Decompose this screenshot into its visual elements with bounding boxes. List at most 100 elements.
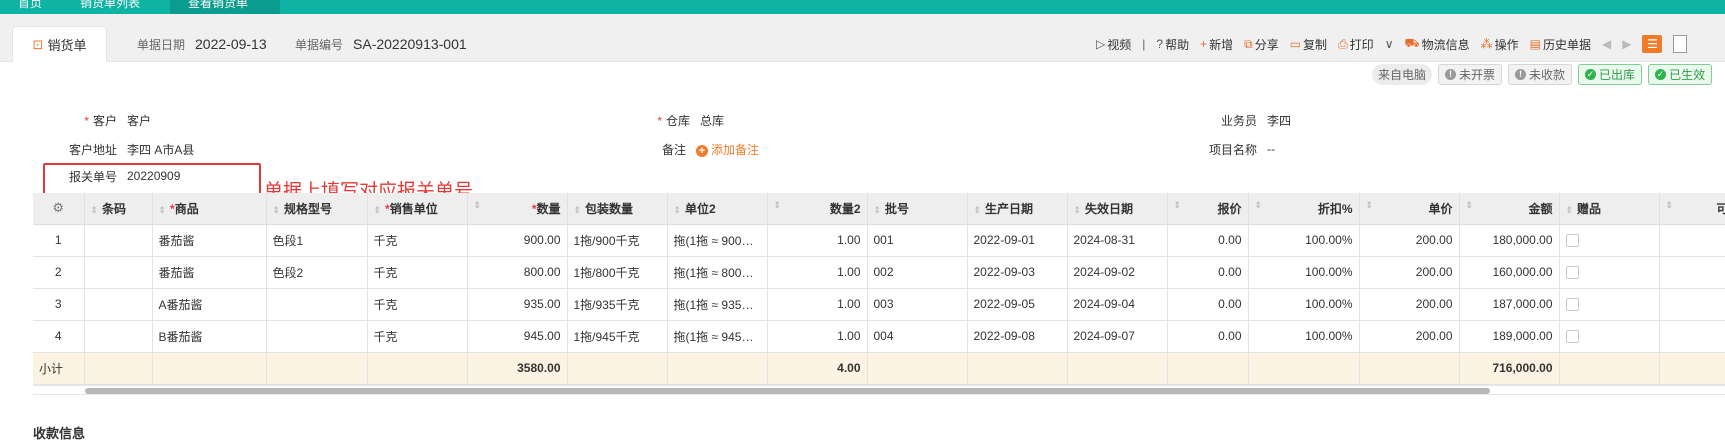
doc-tab-sales[interactable]: ⊡ 销货单 — [12, 26, 107, 62]
cell-qty[interactable]: 800.00 — [467, 256, 568, 289]
col-qty[interactable]: ⇕ *数量 — [467, 193, 568, 225]
cell-amount[interactable]: 189,000.00 — [1459, 320, 1560, 353]
gift-checkbox[interactable] — [1565, 330, 1579, 344]
table-row[interactable]: 4 B番茄酱 千克 945.00 1拖/945千克 拖(1拖 ≈ 945千克) 1.00 00… — [33, 320, 1725, 353]
cell-quote[interactable]: 0.00 — [1167, 288, 1249, 321]
cell-exp-date[interactable]: 2024-09-04 — [1067, 288, 1168, 321]
tab-home[interactable]: 首页 — [18, 0, 58, 14]
scrollbar-thumb[interactable] — [85, 388, 1490, 394]
cell-product[interactable]: 番茄酱 — [152, 256, 267, 289]
cell-qty[interactable]: 945.00 — [467, 320, 568, 353]
cell-quote[interactable]: 0.00 — [1167, 320, 1249, 353]
cell-unit[interactable]: 千克 — [367, 256, 468, 289]
cell-pack[interactable]: 1拖/800千克 — [567, 256, 668, 289]
gift-checkbox[interactable] — [1565, 298, 1579, 312]
cell-available[interactable] — [1659, 224, 1725, 257]
video-button[interactable]: ▷ 视频 — [1096, 36, 1131, 53]
cell-qty[interactable]: 935.00 — [467, 288, 568, 321]
warehouse-value[interactable]: 总库 — [700, 112, 724, 129]
cell-qty2[interactable]: 1.00 — [767, 320, 868, 353]
cell-unit2[interactable]: 拖(1拖 ≈ 800千克) — [667, 256, 768, 289]
help-button[interactable]: ? 帮助 — [1156, 36, 1189, 53]
col-exp-date[interactable]: ⇕ 失效日期 — [1067, 193, 1168, 225]
cell-unit2[interactable]: 拖(1拖 ≈ 945千克) — [667, 320, 768, 353]
cell-available[interactable] — [1659, 288, 1725, 321]
cell-spec[interactable] — [266, 320, 368, 353]
cell-discount[interactable]: 100.00% — [1248, 256, 1360, 289]
customer-value[interactable]: 客户 — [127, 112, 151, 129]
cell-qty2[interactable]: 1.00 — [767, 256, 868, 289]
col-barcode[interactable]: ⇕ 条码 — [84, 193, 153, 225]
cell-price[interactable]: 200.00 — [1359, 320, 1460, 353]
prev-icon[interactable]: ◀ — [1602, 37, 1611, 51]
cell-unit[interactable]: 千克 — [367, 320, 468, 353]
col-product[interactable]: ⇕ *商品 — [152, 193, 267, 225]
cell-gift[interactable] — [1559, 320, 1660, 353]
col-gift[interactable]: ⇕ 赠品 — [1559, 193, 1660, 225]
cell-qty2[interactable]: 1.00 — [767, 288, 868, 321]
col-spec[interactable]: ⇕ 规格型号 — [266, 193, 368, 225]
menu-icon[interactable]: ☰ — [1642, 35, 1663, 53]
tab-sales-list[interactable]: 销货单列表 — [80, 0, 160, 14]
logistics-button[interactable]: ⛟ 物流信息 — [1404, 36, 1469, 53]
share-button[interactable]: ⧉ 分享 — [1244, 36, 1279, 53]
cell-exp-date[interactable]: 2024-09-07 — [1067, 320, 1168, 353]
col-available[interactable]: ⇕ 可用量 — [1659, 193, 1725, 225]
cell-available[interactable] — [1659, 320, 1725, 353]
cell-discount[interactable]: 100.00% — [1248, 288, 1360, 321]
col-amount[interactable]: ⇕ 金额 — [1459, 193, 1560, 225]
cell-amount[interactable]: 187,000.00 — [1459, 288, 1560, 321]
cell-quote[interactable]: 0.00 — [1167, 256, 1249, 289]
salesman-value[interactable]: 李四 — [1267, 112, 1291, 129]
cell-qty2[interactable]: 1.00 — [767, 224, 868, 257]
next-icon[interactable]: ▶ — [1622, 37, 1631, 51]
operate-button[interactable]: ⁂ 操作 — [1481, 36, 1519, 53]
cell-exp-date[interactable]: 2024-09-02 — [1067, 256, 1168, 289]
cell-spec[interactable] — [266, 288, 368, 321]
col-price[interactable]: ⇕ 单价 — [1359, 193, 1460, 225]
tab-view-sales[interactable]: 查看销货单 — [170, 0, 280, 14]
cell-mfg-date[interactable]: 2022-09-03 — [967, 256, 1068, 289]
cell-spec[interactable]: 色段2 — [266, 256, 368, 289]
cell-mfg-date[interactable]: 2022-09-05 — [967, 288, 1068, 321]
cell-unit2[interactable]: 拖(1拖 ≈ 935千克) — [667, 288, 768, 321]
history-button[interactable]: ▤ 历史单据 — [1530, 36, 1591, 53]
cell-discount[interactable]: 100.00% — [1248, 224, 1360, 257]
col-unit2[interactable]: ⇕ 单位2 — [667, 193, 768, 225]
col-batch[interactable]: ⇕ 批号 — [867, 193, 968, 225]
add-remark-link[interactable]: + 添加备注 — [696, 141, 759, 158]
cell-product[interactable]: A番茄酱 — [152, 288, 267, 321]
cell-amount[interactable]: 180,000.00 — [1459, 224, 1560, 257]
copy-button[interactable]: ▭ 复制 — [1290, 36, 1327, 53]
col-quote[interactable]: ⇕ 报价 — [1167, 193, 1249, 225]
cell-barcode[interactable] — [84, 224, 153, 257]
cell-unit[interactable]: 千克 — [367, 288, 468, 321]
column-settings[interactable]: ⚙ — [33, 193, 85, 225]
gift-checkbox[interactable] — [1565, 266, 1579, 280]
cell-available[interactable] — [1659, 256, 1725, 289]
table-row[interactable]: 1 番茄酱 色段1 千克 900.00 1拖/900千克 拖(1拖 ≈ 900千克) 1.00… — [33, 224, 1725, 257]
cell-discount[interactable]: 100.00% — [1248, 320, 1360, 353]
layout-toggle-button[interactable] — [1673, 35, 1688, 53]
cell-pack[interactable]: 1拖/935千克 — [567, 288, 668, 321]
cell-gift[interactable] — [1559, 224, 1660, 257]
cell-barcode[interactable] — [84, 256, 153, 289]
cell-pack[interactable]: 1拖/900千克 — [567, 224, 668, 257]
gift-checkbox[interactable] — [1565, 234, 1579, 248]
cell-exp-date[interactable]: 2024-08-31 — [1067, 224, 1168, 257]
cell-gift[interactable] — [1559, 256, 1660, 289]
cell-batch[interactable]: 001 — [867, 224, 968, 257]
horizontal-scrollbar[interactable] — [33, 385, 1725, 395]
address-value[interactable]: 李四 A市A县 — [127, 141, 194, 158]
cell-qty[interactable]: 900.00 — [467, 224, 568, 257]
print-dropdown[interactable]: ∨ — [1385, 37, 1394, 51]
cell-pack[interactable]: 1拖/945千克 — [567, 320, 668, 353]
col-pack[interactable]: ⇕ 包装数量 — [567, 193, 668, 225]
cell-spec[interactable]: 色段1 — [266, 224, 368, 257]
cell-unit2[interactable]: 拖(1拖 ≈ 900千克) — [667, 224, 768, 257]
col-mfg-date[interactable]: ⇕ 生产日期 — [967, 193, 1068, 225]
new-button[interactable]: + 新增 — [1200, 36, 1233, 53]
cell-barcode[interactable] — [84, 320, 153, 353]
cell-price[interactable]: 200.00 — [1359, 288, 1460, 321]
cell-batch[interactable]: 002 — [867, 256, 968, 289]
